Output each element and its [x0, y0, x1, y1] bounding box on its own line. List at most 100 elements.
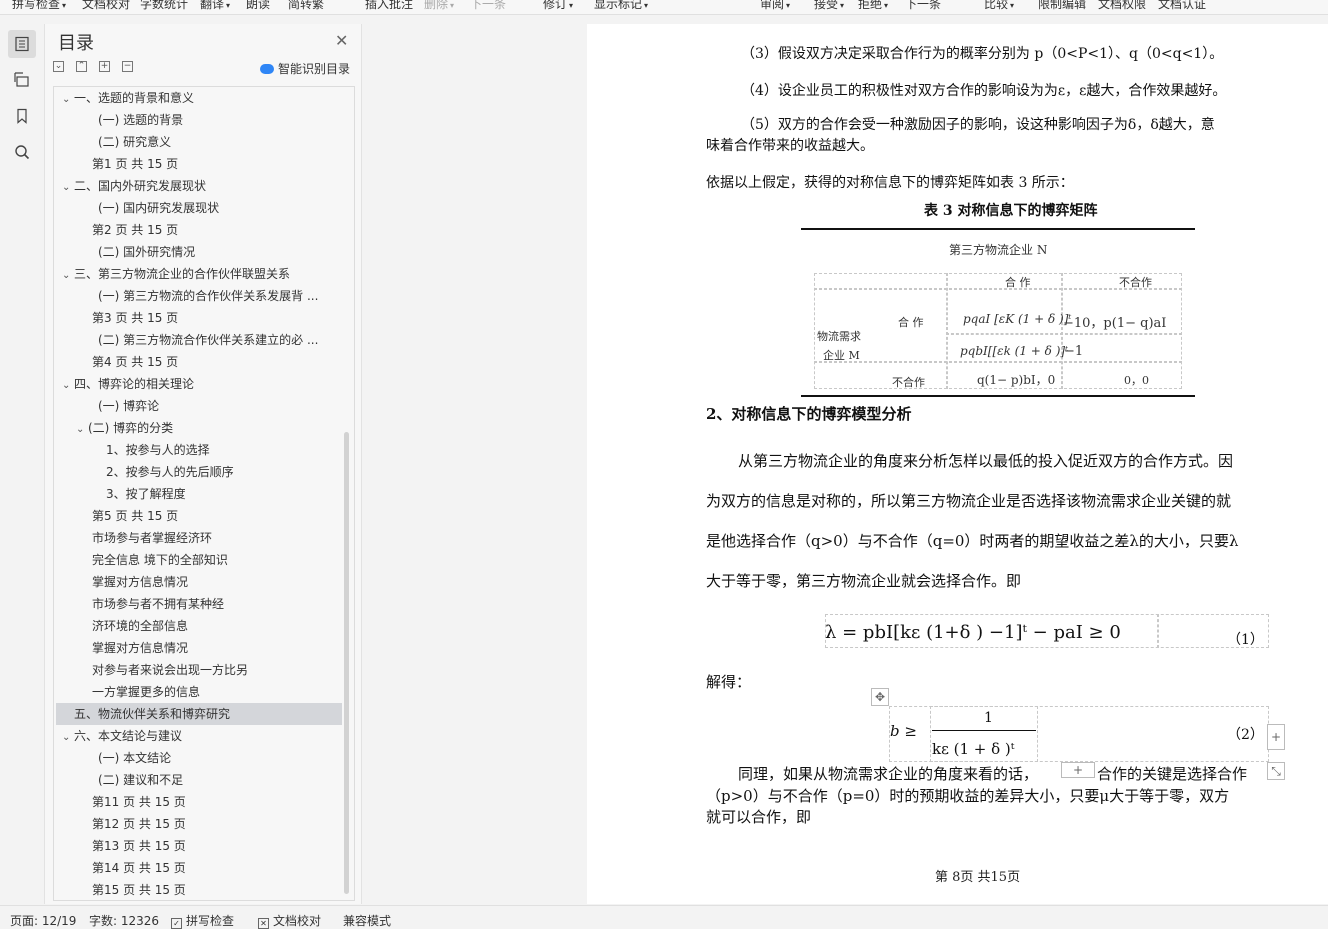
cell-coop-coop: pqaI [εK (1 + δ )]ᵗ — [963, 312, 1072, 326]
toc-item[interactable]: 完全信息 境下的全部知识 — [56, 549, 372, 571]
move-handle-icon[interactable]: ✥ — [871, 688, 889, 706]
solve-label: 解得： — [706, 673, 752, 691]
equation-2-number: （2） — [1227, 727, 1264, 743]
remove-level-icon[interactable]: − — [122, 61, 133, 72]
toc-item[interactable]: 一方掌握更多的信息 — [56, 681, 372, 703]
toc-item[interactable]: 第2 页 共 15 页 — [56, 219, 372, 241]
toc-item[interactable]: 市场参与者不拥有某种经 — [56, 593, 372, 615]
toc-item[interactable]: 第15 页 共 15 页 — [56, 879, 372, 901]
toc-item-label: 一方掌握更多的信息 — [92, 685, 201, 699]
add-row-icon[interactable]: + — [1061, 762, 1095, 778]
track-changes-button[interactable]: 修订 ▾ — [543, 0, 573, 12]
toc-item[interactable]: ⌄ 一、选题的背景和意义 — [56, 87, 342, 109]
reject-button[interactable]: 拒绝 ▾ — [858, 0, 888, 12]
toc-item[interactable]: 对参与者来说会出现一方比另 — [56, 659, 372, 681]
collapse-all-icon[interactable]: ⌄ — [53, 61, 64, 72]
toc-item[interactable]: 第4 页 共 15 页 — [56, 351, 372, 373]
review-button[interactable]: 审阅 ▾ — [760, 0, 790, 12]
toc-item[interactable]: (一) 选题的背景 — [56, 109, 378, 131]
toc-item[interactable]: 第11 页 共 15 页 — [56, 791, 372, 813]
compare-button[interactable]: 比较 ▾ — [984, 0, 1014, 12]
doc-permission-button[interactable]: 文档权限 — [1098, 0, 1146, 12]
doc-proof-button[interactable]: 文档校对 — [82, 0, 130, 12]
add-level-icon[interactable]: + — [99, 61, 110, 72]
insert-comment-button[interactable]: 插入批注 — [365, 0, 413, 12]
search-rail-button[interactable] — [8, 138, 36, 166]
compat-mode-indicator: 兼容模式 — [343, 914, 392, 928]
table-title: 表 3 对称信息下的博弈矩阵 — [924, 203, 1098, 219]
show-markup-button[interactable]: 显示标记 ▾ — [594, 0, 648, 12]
simp-trad-button[interactable]: 简转繁 — [288, 0, 324, 12]
restrict-edit-button[interactable]: 限制编辑 — [1038, 0, 1086, 12]
selection-rail-button[interactable] — [8, 66, 36, 94]
expand-up-icon[interactable]: ⌃ — [76, 61, 87, 72]
toc-item-label: 第4 页 共 15 页 — [92, 355, 179, 369]
toc-item[interactable]: (二) 研究意义 — [56, 131, 378, 153]
smart-toc-button[interactable]: 智能识别目录 — [260, 60, 350, 77]
outline-rail-button[interactable] — [8, 30, 36, 58]
toc-item[interactable]: ⌄ 四、博弈论的相关理论 — [56, 373, 342, 395]
toc-item[interactable]: 市场参与者掌握经济环 — [56, 527, 372, 549]
toc-item[interactable]: 第3 页 共 15 页 — [56, 307, 372, 329]
chevron-down-icon[interactable]: ⌄ — [62, 177, 74, 197]
next-change-button[interactable]: 下一条 — [905, 0, 941, 12]
toc-item[interactable]: (一) 国内研究发展现状 — [56, 197, 378, 219]
row-noncoop-label: 不合作 — [892, 376, 925, 389]
spell-check-button[interactable]: 拼写检查 ▾ — [12, 0, 66, 12]
toc-item[interactable]: 1、按参与人的选择 — [56, 439, 386, 461]
toc-item-label: (二) 研究意义 — [98, 135, 172, 149]
toc-item[interactable]: 3、按了解程度 — [56, 483, 386, 505]
close-icon[interactable]: ✕ — [335, 31, 348, 50]
toc-item[interactable]: (二) 建议和不足 — [56, 769, 378, 791]
table-bottom-rule — [801, 395, 1195, 397]
chevron-down-icon[interactable]: ⌄ — [62, 89, 74, 109]
chevron-down-icon[interactable]: ⌄ — [62, 727, 74, 747]
toc-item[interactable]: 掌握对方信息情况 — [56, 637, 372, 659]
next-comment-button[interactable]: 下一条 — [470, 0, 506, 12]
read-aloud-button[interactable]: 朗读 — [246, 0, 270, 12]
cell-noncoop-coop: q(1− p)bI，0 — [977, 373, 1056, 387]
word-count-indicator[interactable]: 字数: 12326 — [89, 912, 159, 929]
chevron-down-icon[interactable]: ⌄ — [62, 375, 74, 395]
doc-certify-button[interactable]: 文档认证 — [1158, 0, 1206, 12]
toc-item[interactable]: 2、按参与人的先后顺序 — [56, 461, 386, 483]
toc-item[interactable]: 济环境的全部信息 — [56, 615, 372, 637]
toc-item-label: 完全信息 境下的全部知识 — [92, 553, 228, 567]
resize-handle-icon[interactable]: ⤡ — [1267, 762, 1285, 780]
matrix-vline-2 — [1061, 273, 1063, 389]
delete-comment-button[interactable]: 删除 ▾ — [424, 0, 454, 12]
chevron-down-icon[interactable]: ⌄ — [76, 419, 88, 439]
toc-item[interactable]: 第13 页 共 15 页 — [56, 835, 372, 857]
accept-button[interactable]: 接受 ▾ — [814, 0, 844, 12]
toc-item[interactable]: 掌握对方信息情况 — [56, 571, 372, 593]
toc-item-label: 2、按参与人的先后顺序 — [106, 465, 234, 479]
word-count-button[interactable]: 字数统计 — [140, 0, 188, 12]
toc-item[interactable]: (二) 国外研究情况 — [56, 241, 378, 263]
toc-item[interactable]: 第12 页 共 15 页 — [56, 813, 372, 835]
toc-item[interactable]: ⌄ (二) 博弈的分类 — [56, 417, 356, 439]
toc-item[interactable]: 五、物流伙伴关系和博弈研究 — [56, 703, 342, 725]
toc-item[interactable]: 第14 页 共 15 页 — [56, 857, 372, 879]
toc-item[interactable]: (二) 第三方物流合作伙伴关系建立的必 ... — [56, 329, 378, 351]
toc-item-label: 3、按了解程度 — [106, 487, 186, 501]
chevron-down-icon[interactable]: ⌄ — [62, 265, 74, 285]
toc-item[interactable]: 第5 页 共 15 页 — [56, 505, 372, 527]
para-assumption-5a: （5）双方的合作会受一种激励因子的影响，设这种影响因子为δ，δ越大，意 — [741, 117, 1215, 133]
equation-1-divider — [1157, 614, 1159, 648]
spell-check-toggle[interactable]: ✓ 拼写检查 — [171, 912, 234, 929]
toc-item[interactable]: ⌄ 二、国内外研究发展现状 — [56, 175, 342, 197]
bookmark-icon — [17, 108, 27, 124]
toc-item[interactable]: (一) 本文结论 — [56, 747, 378, 769]
toc-item[interactable]: ⌄ 六、本文结论与建议 — [56, 725, 342, 747]
toc-item[interactable]: (一) 第三方物流的合作伙伴关系发展背 ... — [56, 285, 378, 307]
toc-item-label: 第13 页 共 15 页 — [92, 839, 186, 853]
toc-item[interactable]: (一) 博弈论 — [56, 395, 378, 417]
doc-proof-toggle[interactable]: ✕ 文档校对 — [258, 912, 321, 929]
toc-item[interactable]: ⌄ 三、第三方物流企业的合作伙伴联盟关系 — [56, 263, 342, 285]
translate-button[interactable]: 翻译 ▾ — [200, 0, 230, 12]
page-indicator[interactable]: 页面: 12/19 — [10, 912, 76, 929]
add-column-icon[interactable]: + — [1267, 724, 1285, 750]
bookmark-rail-button[interactable] — [8, 102, 36, 130]
toc-item-label: 第11 页 共 15 页 — [92, 795, 186, 809]
toc-item[interactable]: 第1 页 共 15 页 — [56, 153, 372, 175]
